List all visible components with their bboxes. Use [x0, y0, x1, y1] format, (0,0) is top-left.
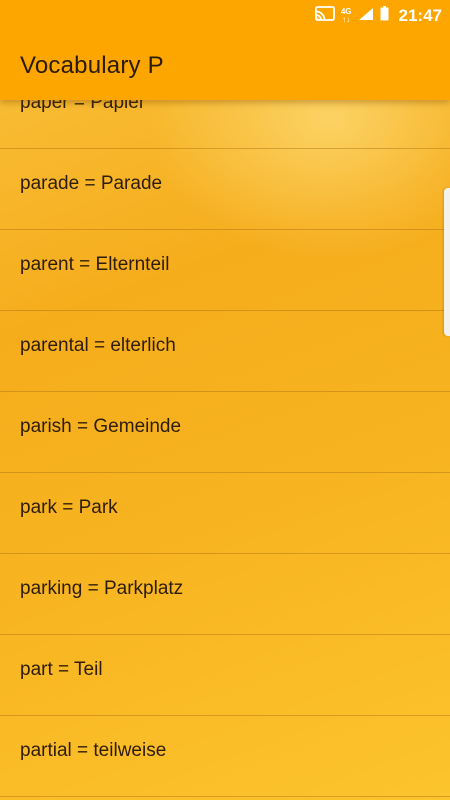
status-time: 21:47 [398, 6, 442, 25]
list-item[interactable]: parking = Parkplatz [0, 554, 450, 635]
app-bar: Vocabulary P [0, 32, 450, 100]
list-item-text: parental = elterlich [20, 335, 176, 356]
list-item-text: parking = Parkplatz [20, 578, 184, 599]
list-item-text: parent = Elternteil [20, 254, 170, 275]
list-item[interactable]: park = Park [0, 473, 450, 554]
list-item[interactable]: parent = Elternteil [0, 230, 450, 311]
list-item[interactable]: part = Teil [0, 635, 450, 716]
battery-icon [380, 6, 389, 26]
list-item-text: part = Teil [20, 659, 103, 680]
signal-icon [358, 7, 374, 26]
screen: 4G ↑↓ 21:47 Vocabulary P paper = Papier … [0, 0, 450, 800]
vocabulary-list[interactable]: paper = Papier parade = Parade parent = … [0, 68, 450, 797]
list-item-text: parade = Parade [20, 173, 163, 194]
list-item[interactable]: parish = Gemeinde [0, 392, 450, 473]
list-item[interactable]: partial = teilweise [0, 716, 450, 797]
cast-icon [314, 5, 335, 27]
network-type-label: 4G ↑↓ [340, 7, 352, 24]
scrollbar-thumb[interactable] [444, 188, 450, 336]
list-item-text: partial = teilweise [20, 740, 167, 761]
data-arrows-icon: ↑↓ [342, 15, 351, 24]
list-item-text: parish = Gemeinde [20, 416, 182, 437]
list-item-text: park = Park [20, 497, 118, 518]
list-item[interactable]: parental = elterlich [0, 311, 450, 392]
status-bar: 4G ↑↓ 21:47 [0, 0, 450, 32]
page-title: Vocabulary P [20, 52, 164, 79]
list-item[interactable]: parade = Parade [0, 149, 450, 230]
